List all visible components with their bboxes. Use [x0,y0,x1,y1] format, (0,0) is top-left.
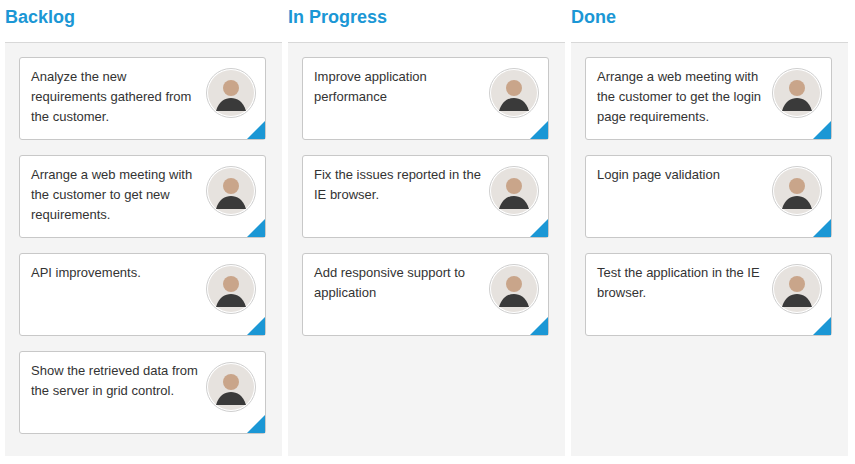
column-body: Analyze the new requirements gathered fr… [5,43,282,456]
column-title: In Progress [288,7,387,27]
card-text: Show the retrieved data from the server … [31,361,200,401]
kanban-card[interactable]: API improvements. [19,253,266,336]
avatar-photo [489,264,539,314]
avatar-photo [206,362,256,412]
avatar-photo [206,68,256,118]
card-text: Arrange a web meeting with the customer … [31,165,200,225]
person-icon [773,265,821,313]
card-corner-icon [813,219,831,237]
column-title: Done [571,7,616,27]
column-title: Backlog [5,7,75,27]
kanban-card[interactable]: Login page validation [585,155,832,238]
kanban-card[interactable]: Arrange a web meeting with the customer … [585,57,832,140]
kanban-column: In Progress Improve application performan… [288,0,565,464]
kanban-board: Backlog Analyze the new requirements gath… [0,0,855,464]
kanban-card[interactable]: Fix the issues reported in the IE browse… [302,155,549,238]
card-text: Fix the issues reported in the IE browse… [314,165,483,205]
column-header: In Progress [288,0,565,43]
kanban-card[interactable]: Improve application performance [302,57,549,140]
avatar-photo [489,166,539,216]
kanban-column: Backlog Analyze the new requirements gath… [5,0,282,464]
card-text: Arrange a web meeting with the customer … [597,67,766,127]
kanban-card[interactable]: Arrange a web meeting with the customer … [19,155,266,238]
card-text: Login page validation [597,165,766,185]
kanban-card[interactable]: Test the application in the IE browser. [585,253,832,336]
kanban-card[interactable]: Analyze the new requirements gathered fr… [19,57,266,140]
person-icon [490,69,538,117]
person-icon [207,167,255,215]
column-header: Backlog [5,0,282,43]
avatar-photo [206,264,256,314]
column-body: Improve application performance Fix the i… [288,43,565,456]
avatar-photo [489,68,539,118]
person-icon [207,69,255,117]
card-corner-icon [530,121,548,139]
card-text: API improvements. [31,263,200,283]
card-corner-icon [247,415,265,433]
card-corner-icon [247,317,265,335]
kanban-card[interactable]: Show the retrieved data from the server … [19,351,266,434]
card-corner-icon [813,317,831,335]
avatar-photo [772,264,822,314]
card-text: Add responsive support to application [314,263,483,303]
card-corner-icon [530,219,548,237]
card-text: Analyze the new requirements gathered fr… [31,67,200,127]
person-icon [207,265,255,313]
kanban-column: Done Arrange a web meeting with the custo… [571,0,848,464]
person-icon [490,265,538,313]
card-corner-icon [813,121,831,139]
person-icon [773,69,821,117]
card-text: Test the application in the IE browser. [597,263,766,303]
column-header: Done [571,0,848,43]
card-corner-icon [247,219,265,237]
card-corner-icon [530,317,548,335]
person-icon [773,167,821,215]
avatar-photo [206,166,256,216]
avatar-photo [772,166,822,216]
card-text: Improve application performance [314,67,483,107]
person-icon [490,167,538,215]
column-body: Arrange a web meeting with the customer … [571,43,848,456]
avatar-photo [772,68,822,118]
card-corner-icon [247,121,265,139]
person-icon [207,363,255,411]
kanban-card[interactable]: Add responsive support to application [302,253,549,336]
